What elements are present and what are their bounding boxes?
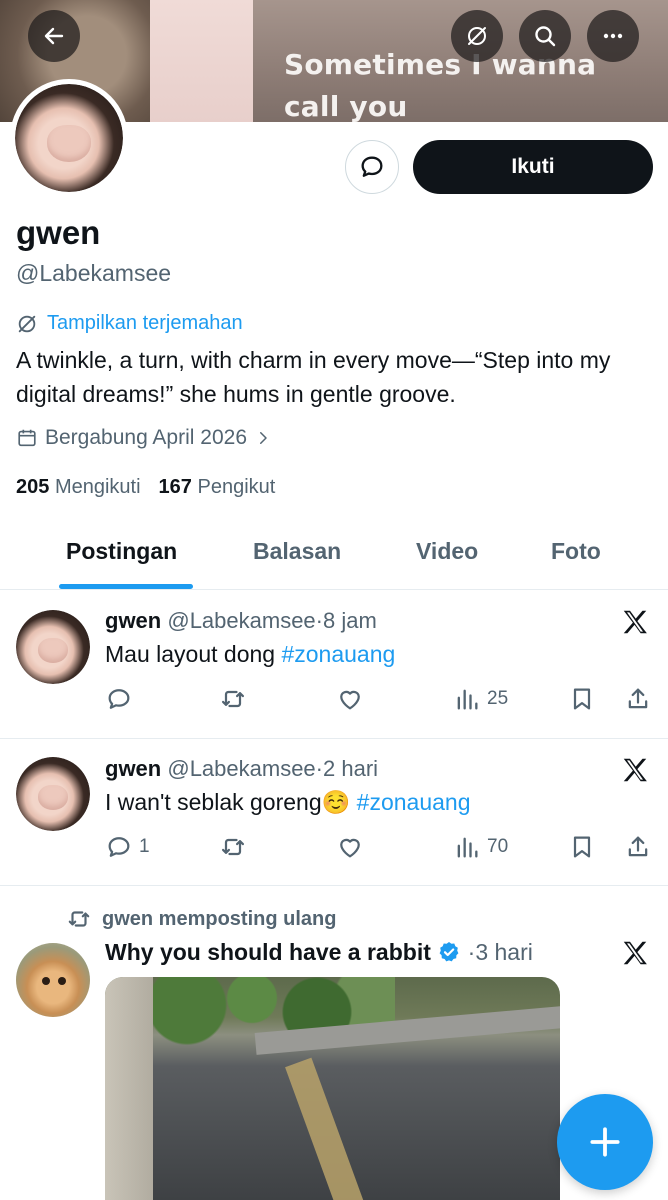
reply-button[interactable]: [105, 685, 139, 713]
tweet-avatar[interactable]: [16, 943, 90, 1017]
active-tab-indicator: [59, 584, 193, 589]
avatar-photo: [15, 84, 123, 192]
tweet-actions: 1 70: [105, 833, 655, 863]
message-bubble-icon: [361, 156, 383, 177]
tweet[interactable]: gwen @Labekamsee·8 jam Mau layout dong #…: [0, 590, 668, 739]
reply-icon: [108, 689, 130, 709]
hashtag-link[interactable]: #zonauang: [281, 641, 395, 667]
tab-foto[interactable]: Foto: [551, 538, 601, 565]
tweet[interactable]: gwen @Labekamsee·2 hari I wan't seblak g…: [0, 739, 668, 886]
tweet-actions: 25: [105, 685, 655, 715]
tweet-author-handle: @Labekamsee: [167, 756, 316, 781]
profile-avatar[interactable]: [10, 79, 128, 197]
views-count: 25: [487, 688, 509, 709]
followers-link[interactable]: 167 Pengikut: [159, 476, 276, 499]
reply-icon: [108, 837, 130, 857]
tweet-author-name[interactable]: Why you should have a rabbit: [105, 939, 431, 965]
followers-count: 167: [158, 476, 192, 498]
like-button[interactable]: [336, 833, 364, 861]
views-chart-icon: [457, 689, 478, 710]
tweet-header: gwen @Labekamsee·8 jam: [105, 608, 377, 634]
profile-handle: @Labekamsee: [16, 260, 172, 286]
repost-icon: [68, 911, 90, 927]
tweet-time: ·8 jam: [315, 608, 377, 633]
repost-button[interactable]: [219, 685, 247, 713]
tab-postingan[interactable]: Postingan: [66, 538, 177, 565]
bookmark-button[interactable]: [568, 833, 596, 861]
repost-icon: [221, 690, 245, 708]
tweet-text-content: Mau layout dong: [105, 641, 282, 667]
repost-label: gwen memposting ulang: [66, 906, 336, 932]
translate-icon: [468, 27, 486, 45]
bookmark-button[interactable]: [568, 685, 596, 713]
verified-badge-icon: [439, 942, 459, 962]
tweet-avatar[interactable]: [16, 757, 90, 831]
joined-label: Bergabung April 2026: [45, 426, 247, 449]
share-icon: [628, 836, 648, 857]
tweet-time: ·2 hari: [315, 756, 379, 781]
share-icon: [628, 688, 648, 709]
more-button[interactable]: [587, 10, 639, 62]
calendar-icon: [18, 429, 36, 447]
tweet-author-handle: @Labekamsee: [167, 608, 316, 633]
profile-name: gwen: [16, 214, 101, 251]
profile-bio: A twinkle, a turn, with charm in every m…: [16, 347, 611, 407]
arrow-left-icon: [44, 27, 64, 45]
x-logo-icon: [623, 610, 647, 634]
like-button[interactable]: [336, 685, 364, 713]
follow-stats: 205 Mengikuti 167 Pengikut: [16, 476, 275, 499]
profile-tabs: Postingan Balasan Video Foto: [0, 518, 668, 590]
following-link[interactable]: 205 Mengikuti: [16, 476, 141, 499]
share-button[interactable]: [624, 833, 652, 861]
translate-bio-link[interactable]: Tampilkan terjemahan: [16, 312, 243, 335]
back-button[interactable]: [28, 10, 80, 62]
views-button[interactable]: 70: [453, 833, 508, 861]
followers-label: Pengikut: [197, 476, 276, 498]
x-logo-icon: [623, 941, 647, 965]
x-logo-icon: [623, 758, 647, 782]
following-count: 205: [16, 476, 50, 498]
tab-balasan[interactable]: Balasan: [253, 538, 341, 565]
tweet-header: gwen @Labekamsee·2 hari: [105, 756, 378, 782]
views-count: 70: [487, 836, 509, 857]
tweet-author-name[interactable]: gwen: [105, 608, 161, 633]
translate-button[interactable]: [451, 10, 503, 62]
tab-video[interactable]: Video: [416, 538, 478, 565]
joined-date[interactable]: Bergabung April 2026: [16, 426, 272, 450]
reply-count: 1: [139, 836, 150, 857]
views-button[interactable]: 25: [453, 685, 508, 713]
hashtag-link[interactable]: #zonauang: [357, 789, 471, 815]
heart-icon: [340, 690, 360, 710]
repost-label-text: gwen memposting ulang: [102, 907, 337, 930]
more-horizontal-icon: [603, 33, 623, 39]
search-icon: [535, 26, 556, 47]
bookmark-icon: [573, 688, 591, 710]
tweet-media-image[interactable]: [105, 977, 560, 1200]
repost-icon: [221, 838, 245, 856]
tweet-text: Mau layout dong #zonauang: [105, 641, 395, 668]
message-button[interactable]: [345, 140, 399, 194]
banner-caption: Sometimes I wanna call you: [284, 48, 597, 122]
compose-button[interactable]: [557, 1094, 653, 1190]
plus-icon: [590, 1127, 620, 1157]
following-label: Mengikuti: [54, 476, 141, 498]
tweet-avatar[interactable]: [16, 610, 90, 684]
search-button[interactable]: [519, 10, 571, 62]
translate-icon: [18, 315, 36, 332]
tweet-header: Why you should have a rabbit ·3 hari: [105, 939, 533, 966]
banner-image-pink: [150, 0, 255, 122]
bookmark-icon: [573, 836, 591, 858]
tweet-time: ·3 hari: [467, 939, 533, 965]
translate-label: Tampilkan terjemahan: [47, 312, 243, 334]
chevron-right-icon: [260, 432, 267, 444]
tweet-text-content: I wan't seblak goreng☺️: [105, 789, 357, 815]
tweet-text: I wan't seblak goreng☺️ #zonauang: [105, 789, 471, 816]
views-chart-icon: [457, 837, 478, 858]
follow-button[interactable]: Ikuti: [413, 140, 653, 194]
tweet-author-name[interactable]: gwen: [105, 756, 161, 781]
repost-button[interactable]: [219, 833, 247, 861]
share-button[interactable]: [624, 685, 652, 713]
reply-button[interactable]: 1: [105, 833, 150, 861]
heart-icon: [340, 838, 360, 858]
